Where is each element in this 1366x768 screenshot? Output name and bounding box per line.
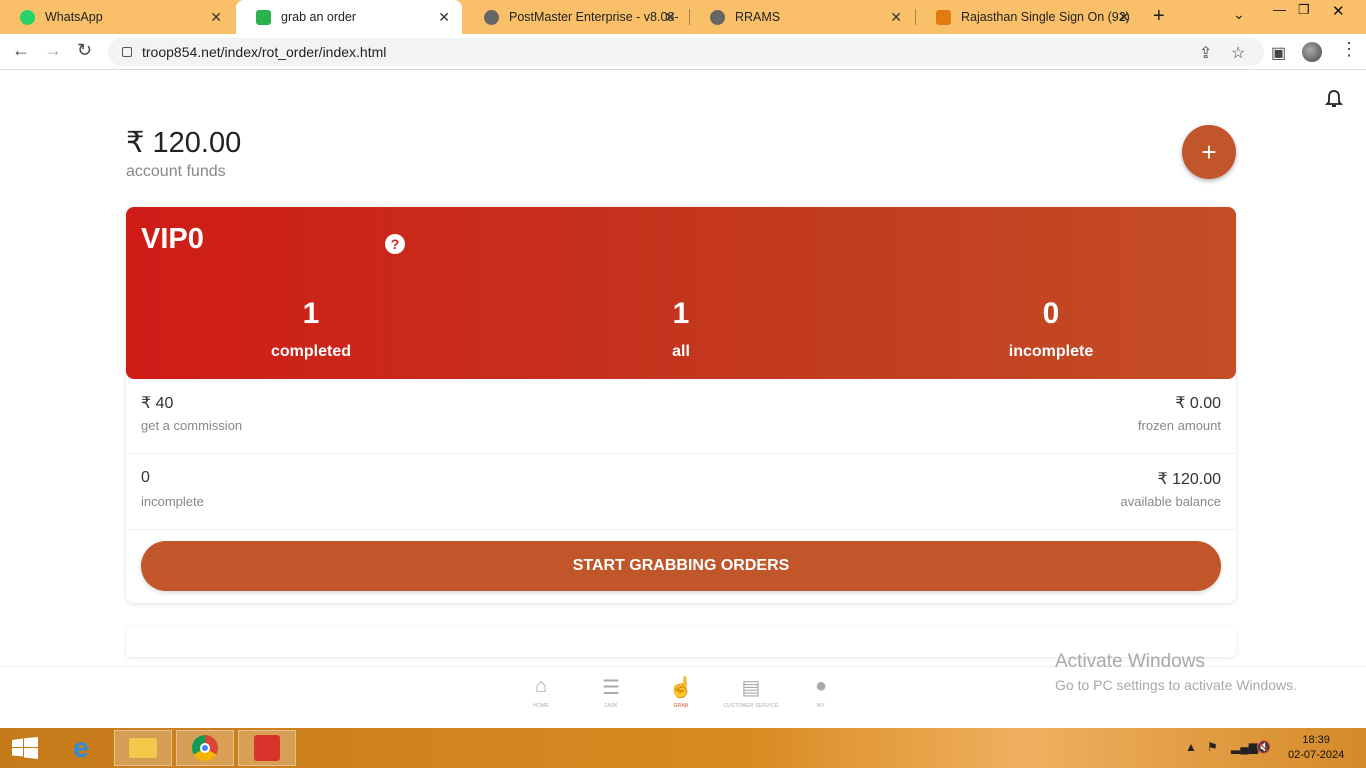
nav-customer-service[interactable]: ▤ CUSTOMER SERVICE [711,675,791,709]
chat-icon: ▤ [741,677,761,699]
page-content: ₹ 120.00 account funds + VIP0 ? 1 comple… [0,71,1366,728]
nav-label: GRAB [673,703,689,709]
commission-label: get a commission [141,418,243,433]
back-arrow-icon[interactable]: ← [12,40,30,61]
tab-whatsapp[interactable]: WhatsApp ✕ [0,0,234,34]
signal-icon[interactable]: ▂▄▆ [1231,740,1258,754]
tab-postmaster[interactable]: PostMaster Enterprise - v8.08- ✕ [464,0,688,34]
activation-watermark-title: Activate Windows [1055,651,1205,672]
chevron-down-icon[interactable]: ⌄ [1233,6,1245,23]
lock-icon [122,47,132,57]
tab-rajasthan-sso[interactable]: Rajasthan Single Sign On (92) ✕ [916,0,1142,34]
info-row-balance: 0 incomplete ₹ 120.00 available balance [126,455,1236,530]
incomplete-label: incomplete [141,494,204,509]
order-card: VIP0 ? 1 completed 1 all 0 incomplete ₹ … [126,207,1236,603]
close-tab-icon[interactable]: ✕ [664,9,676,26]
incomplete-value: 0 [141,469,150,486]
more-menu-icon[interactable]: ⋮ [1340,39,1358,60]
stat-value: 1 [672,297,690,330]
info-row-commission: ₹ 40 get a commission ₹ 0.00 frozen amou… [126,379,1236,454]
plus-icon: + [1201,136,1217,167]
tray-arrow-icon[interactable]: ▲ [1185,740,1197,754]
stat-completed: 1 completed [211,297,411,361]
sso-icon [936,9,951,25]
nav-label: TASK [604,703,618,709]
commission-value: ₹ 40 [141,395,174,412]
profile-avatar[interactable] [1302,42,1322,62]
tab-title: grab an order [281,10,357,24]
url-text: troop854.net/index/rot_order/index.html [142,44,387,60]
stat-value: 1 [302,297,320,330]
tab-grab-an-order[interactable]: grab an order ✕ [236,0,462,34]
task-list-icon: ☰ [602,677,620,699]
activation-watermark-text: Go to PC settings to activate Windows. [1055,677,1297,693]
tab-title: PostMaster Enterprise - v8.08- [509,10,678,24]
chrome-icon[interactable] [176,730,234,766]
close-window-icon[interactable]: ✕ [1332,2,1345,20]
vip-panel: VIP0 ? 1 completed 1 all 0 incomplete [126,207,1236,379]
forward-arrow-icon[interactable]: → [44,40,62,61]
volume-muted-icon[interactable]: 🔇 [1256,740,1271,754]
nav-grab[interactable]: ☝ GRAB [641,675,721,709]
taskbar-clock[interactable]: 18:39 02-07-2024 [1288,733,1344,763]
stat-all: 1 all [581,297,781,361]
whatsapp-icon [20,9,35,25]
start-grabbing-button[interactable]: START GRABBING ORDERS [141,541,1221,591]
stat-label: completed [270,343,351,360]
tab-rrams[interactable]: RRAMS ✕ [690,0,914,34]
close-tab-icon[interactable]: ✕ [1118,9,1130,26]
tab-title: RRAMS [735,10,781,24]
frozen-label: frozen amount [1137,418,1221,433]
globe-icon [484,9,499,25]
nav-task[interactable]: ☰ TASK [571,675,651,709]
bottom-nav: ⌂ HOME ☰ TASK ☝ GRAB ▤ CUSTOMER SERVICE … [0,666,1366,728]
clock-date: 02-07-2024 [1288,749,1345,761]
add-funds-button[interactable]: + [1182,125,1236,179]
stat-incomplete: 0 incomplete [951,297,1151,361]
windows-start-icon[interactable] [12,737,38,759]
minimize-icon[interactable]: — [1273,2,1286,17]
nav-label: HOME [533,703,549,709]
vip-level: VIP0 [141,223,204,255]
browser-toolbar: ← → ↻ troop854.net/index/rot_order/index… [0,34,1366,70]
frozen-value: ₹ 0.00 [1175,395,1221,412]
flag-icon[interactable]: ⚑ [1207,740,1218,754]
available-value: ₹ 120.00 [1157,471,1221,488]
nav-home[interactable]: ⌂ HOME [501,675,581,709]
star-icon[interactable]: ☆ [1231,43,1245,63]
restore-icon[interactable]: ❐ [1298,2,1310,18]
file-explorer-icon[interactable] [114,730,172,766]
share-icon[interactable]: ⇪ [1199,43,1212,63]
nav-my[interactable]: ● MY [781,675,861,709]
tab-title: WhatsApp [45,10,103,24]
globe-icon [710,9,725,25]
address-bar[interactable]: troop854.net/index/rot_order/index.html [108,38,1264,66]
stat-value: 0 [1042,297,1060,330]
bell-icon[interactable] [1325,89,1343,109]
home-icon: ⌂ [534,675,548,697]
reload-icon[interactable]: ↻ [77,40,92,61]
windows-taskbar: e ▲ ⚑ ▂▄▆ 🔇 18:39 02-07-2024 [0,728,1366,768]
app-icon[interactable] [238,730,296,766]
close-tab-icon[interactable]: ✕ [210,9,222,26]
stat-label: incomplete [1008,343,1094,360]
account-funds-label: account funds [126,163,226,180]
account-funds-amount: ₹ 120.00 [126,127,242,159]
help-icon[interactable]: ? [385,234,405,254]
side-panel-icon[interactable]: ▣ [1271,43,1286,63]
nav-label: CUSTOMER SERVICE [723,703,779,709]
grab-hand-icon: ☝ [668,677,694,699]
clock-time: 18:39 [1302,734,1330,746]
available-label: available balance [1120,494,1221,509]
new-tab-icon[interactable]: + [1153,5,1165,28]
stat-label: all [672,343,690,360]
close-tab-icon[interactable]: ✕ [438,9,450,26]
nav-label: MY [817,703,825,709]
shield-icon [256,9,271,25]
internet-explorer-icon[interactable]: e [52,730,110,766]
user-icon: ● [814,675,828,697]
close-tab-icon[interactable]: ✕ [890,9,902,26]
browser-tab-strip: WhatsApp ✕ grab an order ✕ PostMaster En… [0,0,1366,34]
tab-title: Rajasthan Single Sign On (92) [961,10,1130,24]
